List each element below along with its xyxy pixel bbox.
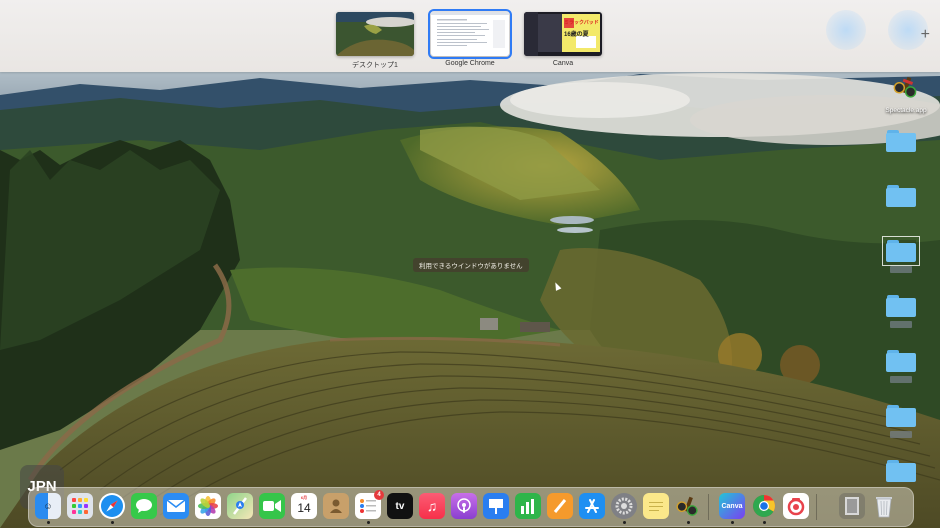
desktop-folder-selected[interactable] — [882, 236, 920, 273]
maps-icon[interactable] — [227, 493, 253, 519]
spectacle-app-icon — [893, 76, 917, 98]
trash-icon[interactable] — [871, 493, 897, 519]
launchpad-icon[interactable] — [67, 493, 93, 519]
apple-tv-icon[interactable]: tv — [387, 493, 413, 519]
reminders-badge: 4 — [374, 490, 384, 500]
mail-icon[interactable] — [163, 493, 189, 519]
desktop-folder[interactable] — [886, 350, 916, 383]
desktop-folder[interactable] — [886, 295, 916, 328]
running-indicator — [763, 521, 766, 524]
messages-icon[interactable] — [131, 493, 157, 519]
tv-label: tv — [395, 500, 405, 512]
calendar-day: 14 — [297, 501, 311, 515]
running-indicator — [623, 521, 626, 524]
space-thumbnail — [336, 12, 414, 56]
canva-label: Canva — [721, 502, 743, 510]
desktop-app-label: Spectacle.app — [885, 107, 927, 114]
running-indicator — [47, 521, 50, 524]
desktop-folder[interactable] — [886, 460, 916, 482]
spaces-bar-glow — [826, 10, 866, 50]
podcasts-icon[interactable] — [451, 493, 477, 519]
desktop-folder[interactable] — [886, 405, 916, 438]
space-label: Canva — [552, 60, 574, 67]
desktop-app-spectacle[interactable]: Spectacle.app — [878, 74, 934, 114]
reminders-icon[interactable]: 4 — [355, 490, 384, 519]
running-indicator — [111, 521, 114, 524]
photos-icon[interactable] — [195, 493, 221, 519]
space-google-chrome[interactable]: Google Chrome — [428, 9, 512, 67]
desktop-folder[interactable] — [886, 185, 916, 207]
chrome-icon[interactable] — [751, 493, 777, 519]
keynote-icon[interactable] — [483, 493, 509, 519]
downloads-icon[interactable] — [839, 493, 865, 519]
numbers-icon[interactable] — [515, 493, 541, 519]
canva-icon[interactable]: Canva — [719, 493, 745, 519]
canva-thumb-line1: ミラックバッド — [564, 20, 599, 26]
dock-separator — [816, 494, 817, 520]
mission-control-spaces-bar: デスクトップ1 Google Chrome ミラックバッド 16歳の夏 Canv… — [0, 0, 940, 72]
facetime-icon[interactable] — [259, 493, 285, 519]
space-thumbnail — [428, 9, 512, 59]
space-thumbnail: ミラックバッド 16歳の夏 — [524, 12, 602, 56]
calendar-icon[interactable]: 6月 14 — [291, 493, 317, 519]
no-windows-message: 利用できるウインドウがありません — [413, 258, 529, 272]
space-canva[interactable]: ミラックバッド 16歳の夏 Canva — [524, 12, 602, 67]
running-indicator — [687, 521, 690, 524]
desktop-folder[interactable] — [886, 130, 916, 152]
safari-icon[interactable] — [99, 493, 125, 519]
spectacle-icon[interactable] — [675, 493, 701, 519]
notes-icon[interactable] — [643, 493, 669, 519]
dock-separator — [708, 494, 709, 520]
music-icon[interactable]: ♫ — [419, 493, 445, 519]
app-store-icon[interactable] — [579, 493, 605, 519]
add-space-button[interactable]: + — [921, 26, 930, 44]
space-desktop-1[interactable]: デスクトップ1 — [336, 12, 414, 70]
space-label: Google Chrome — [445, 60, 495, 67]
space-label: デスクトップ1 — [352, 62, 398, 69]
running-indicator — [367, 521, 370, 524]
canva-thumb-line2: 16歳の夏 — [564, 32, 589, 38]
pages-icon[interactable] — [547, 493, 573, 519]
finder-icon[interactable]: ☺ — [35, 493, 61, 519]
running-indicator — [731, 521, 734, 524]
contacts-icon[interactable] — [323, 493, 349, 519]
system-settings-icon[interactable] — [611, 493, 637, 519]
dock: ☺ 6月 14 4 tv ♫ Canva — [28, 487, 914, 527]
screen-recorder-icon[interactable] — [783, 493, 809, 519]
